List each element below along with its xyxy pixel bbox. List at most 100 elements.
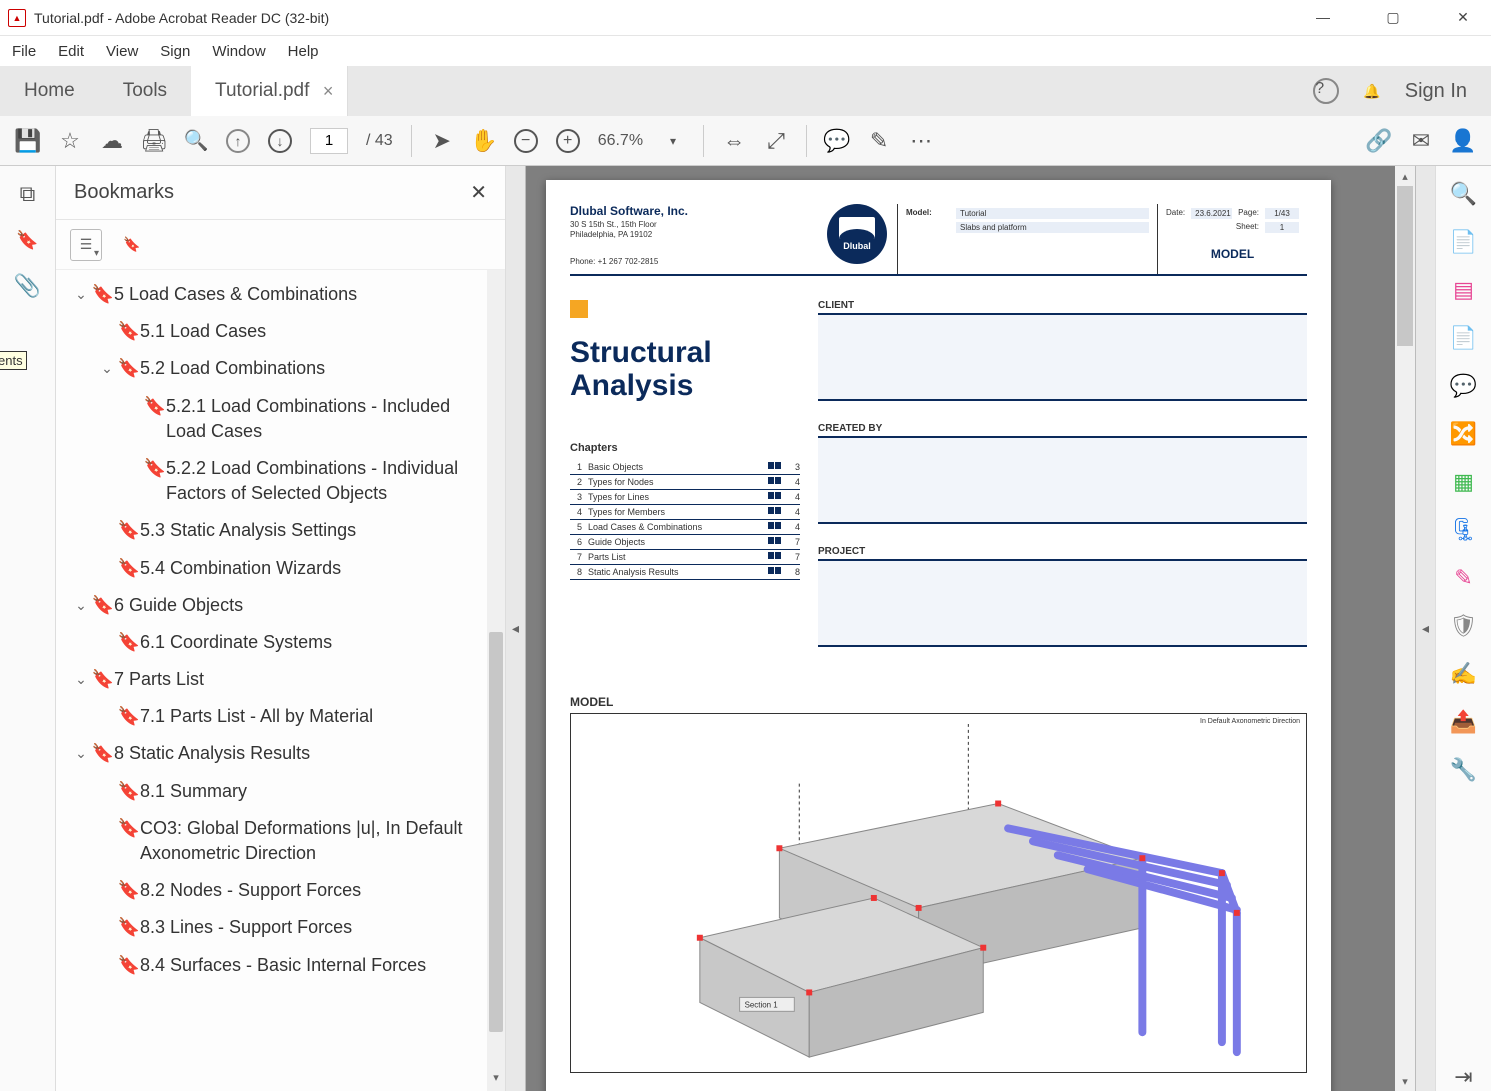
bookmark-item[interactable]: 🔖8.4 Surfaces - Basic Internal Forces xyxy=(60,947,505,984)
tab-home[interactable]: Home xyxy=(0,66,99,116)
menu-view[interactable]: View xyxy=(106,43,138,60)
client-box xyxy=(818,313,1307,401)
thumbnails-icon[interactable]: ⧉ xyxy=(14,180,42,208)
compress-icon[interactable]: 🗜 xyxy=(1450,516,1478,544)
menu-window[interactable]: Window xyxy=(212,43,265,60)
bell-icon[interactable]: 🔔 xyxy=(1363,83,1380,100)
menu-file[interactable]: File xyxy=(12,43,36,60)
fill-sign-icon[interactable]: ✍ xyxy=(1450,660,1478,688)
bookmark-item[interactable]: ⌄🔖5.2 Load Combinations xyxy=(60,350,505,387)
send-icon[interactable]: 📤 xyxy=(1450,708,1478,736)
chevron-icon[interactable]: ⌄ xyxy=(70,745,92,762)
bookmark-item[interactable]: ⌄🔖7 Parts List xyxy=(60,661,505,698)
attachments-icon[interactable]: 📎 xyxy=(14,272,42,300)
bookmarks-icon[interactable]: 🔖 xyxy=(14,226,42,254)
organize-icon[interactable]: ▦ xyxy=(1450,468,1478,496)
date-value: 23.6.2021 xyxy=(1191,208,1232,219)
bookmark-item[interactable]: 🔖8.3 Lines - Support Forces xyxy=(60,909,505,946)
search-icon[interactable]: 🔍 xyxy=(184,129,208,153)
select-tool-icon[interactable]: ➤ xyxy=(430,129,454,153)
bookmark-item[interactable]: 🔖5.1 Load Cases xyxy=(60,313,505,350)
edit-pdf-icon[interactable]: ▤ xyxy=(1450,276,1478,304)
chevron-icon[interactable]: ⌄ xyxy=(70,671,92,688)
page-number-input[interactable] xyxy=(310,128,348,154)
page-down-icon[interactable]: ↓ xyxy=(268,129,292,153)
bookmark-item[interactable]: ⌄🔖8 Static Analysis Results xyxy=(60,735,505,772)
protect-icon[interactable]: 🛡 xyxy=(1450,612,1478,640)
bookmark-item[interactable]: 🔖8.1 Summary xyxy=(60,773,505,810)
tab-document[interactable]: Tutorial.pdf × xyxy=(191,66,348,116)
expand-pane-icon[interactable]: ⇥ xyxy=(1450,1063,1478,1091)
save-icon[interactable]: 💾 xyxy=(16,129,40,153)
bookmark-item[interactable]: 🔖7.1 Parts List - All by Material xyxy=(60,698,505,735)
document-scrollbar[interactable]: ▴ ▾ xyxy=(1395,166,1415,1091)
comment-tool-icon[interactable]: 💬 xyxy=(1450,372,1478,400)
bookmark-item[interactable]: ⌄🔖6 Guide Objects xyxy=(60,587,505,624)
page-viewport[interactable]: Dlubal Software, Inc. 30 S 15th St., 15t… xyxy=(526,166,1395,1091)
bookmark-item[interactable]: 🔖5.2.1 Load Combinations - Included Load… xyxy=(60,388,505,450)
more-tools-icon[interactable]: ⋯ xyxy=(909,129,933,153)
menu-sign[interactable]: Sign xyxy=(160,43,190,60)
menu-help[interactable]: Help xyxy=(288,43,319,60)
bookmark-options-button[interactable]: ☰▾ xyxy=(70,229,102,261)
star-icon[interactable]: ☆ xyxy=(58,129,82,153)
bookmarks-scrollbar[interactable]: ▴ ▾ xyxy=(487,270,505,1091)
bookmark-label: 5.4 Combination Wizards xyxy=(140,556,497,581)
bookmark-item[interactable]: ⌄🔖5 Load Cases & Combinations xyxy=(60,276,505,313)
zoom-in-icon[interactable]: + xyxy=(556,129,580,153)
help-icon[interactable]: ? xyxy=(1313,78,1339,104)
share-link-icon[interactable]: 🔗 xyxy=(1367,129,1391,153)
sign-in-button[interactable]: Sign In xyxy=(1405,80,1467,103)
bookmark-label: CO3: Global Deformations |u|, In Default… xyxy=(140,816,497,866)
menu-edit[interactable]: Edit xyxy=(58,43,84,60)
fit-page-icon[interactable]: ⤢ xyxy=(764,129,788,153)
close-button[interactable]: ✕ xyxy=(1443,9,1483,26)
doc-addr2: Philadelphia, PA 19102 xyxy=(570,230,817,240)
highlight-icon[interactable]: ✎ xyxy=(867,129,891,153)
page-value: 1/43 xyxy=(1265,208,1299,219)
chevron-icon[interactable]: ⌄ xyxy=(70,597,92,614)
bookmarks-list[interactable]: ▴ ▾ ⌄🔖5 Load Cases & Combinations🔖5.1 Lo… xyxy=(56,270,505,1091)
comment-icon[interactable]: 💬 xyxy=(825,129,849,153)
bookmark-item[interactable]: 🔖5.4 Combination Wizards xyxy=(60,550,505,587)
search-tool-icon[interactable]: 🔍 xyxy=(1450,180,1478,208)
combine-icon[interactable]: 🔀 xyxy=(1450,420,1478,448)
tab-close-icon[interactable]: × xyxy=(323,81,334,102)
scrollbar-thumb[interactable] xyxy=(489,632,503,1032)
zoom-value[interactable]: 66.7% xyxy=(598,132,643,150)
bookmark-item[interactable]: 🔖8.2 Nodes - Support Forces xyxy=(60,872,505,909)
email-icon[interactable]: ✉ xyxy=(1409,129,1433,153)
collapse-left-icon[interactable]: ◂ xyxy=(506,166,526,1091)
chapter-row: 2Types for Nodes4 xyxy=(570,475,800,490)
collapse-right-icon[interactable]: ◂ xyxy=(1415,166,1435,1091)
zoom-dropdown-icon[interactable]: ▾ xyxy=(661,129,685,153)
hand-tool-icon[interactable]: ✋ xyxy=(472,129,496,153)
logo-text: Dlubal xyxy=(843,241,871,251)
create-pdf-icon[interactable]: 📄 xyxy=(1450,324,1478,352)
bookmark-item[interactable]: 🔖5.3 Static Analysis Settings xyxy=(60,512,505,549)
redact-icon[interactable]: ✎ xyxy=(1450,564,1478,592)
add-user-icon[interactable]: 👤 xyxy=(1451,129,1475,153)
bookmark-item[interactable]: 🔖5.2.2 Load Combinations - Individual Fa… xyxy=(60,450,505,512)
export-pdf-icon[interactable]: 📄 xyxy=(1450,228,1478,256)
right-tool-strip: 🔍 📄 ▤ 📄 💬 🔀 ▦ 🗜 ✎ 🛡 ✍ 📤 🔧 ⇥ xyxy=(1435,166,1491,1091)
more-tools-right-icon[interactable]: 🔧 xyxy=(1450,756,1478,784)
cloud-upload-icon[interactable]: ☁ xyxy=(100,129,124,153)
bookmark-item[interactable]: 🔖CO3: Global Deformations |u|, In Defaul… xyxy=(60,810,505,872)
minimize-button[interactable]: — xyxy=(1303,9,1343,26)
find-bookmark-button[interactable]: 🔖 xyxy=(116,229,148,261)
page-up-icon[interactable]: ↑ xyxy=(226,129,250,153)
maximize-button[interactable]: ▢ xyxy=(1373,9,1413,26)
print-icon[interactable]: 🖨 xyxy=(142,129,166,153)
chevron-icon[interactable]: ⌄ xyxy=(96,360,118,377)
document-scrollbar-thumb[interactable] xyxy=(1397,186,1413,346)
doc-model-sub: Slabs and platform xyxy=(956,222,1149,233)
tab-tools[interactable]: Tools xyxy=(99,66,191,116)
zoom-out-icon[interactable]: − xyxy=(514,129,538,153)
close-panel-icon[interactable]: ✕ xyxy=(470,180,487,205)
bookmark-label: 8.2 Nodes - Support Forces xyxy=(140,878,497,903)
chevron-icon[interactable]: ⌄ xyxy=(70,286,92,303)
fit-width-icon[interactable]: ⇔ xyxy=(722,129,746,153)
chapters-heading: Chapters xyxy=(570,442,800,454)
bookmark-item[interactable]: 🔖6.1 Coordinate Systems xyxy=(60,624,505,661)
